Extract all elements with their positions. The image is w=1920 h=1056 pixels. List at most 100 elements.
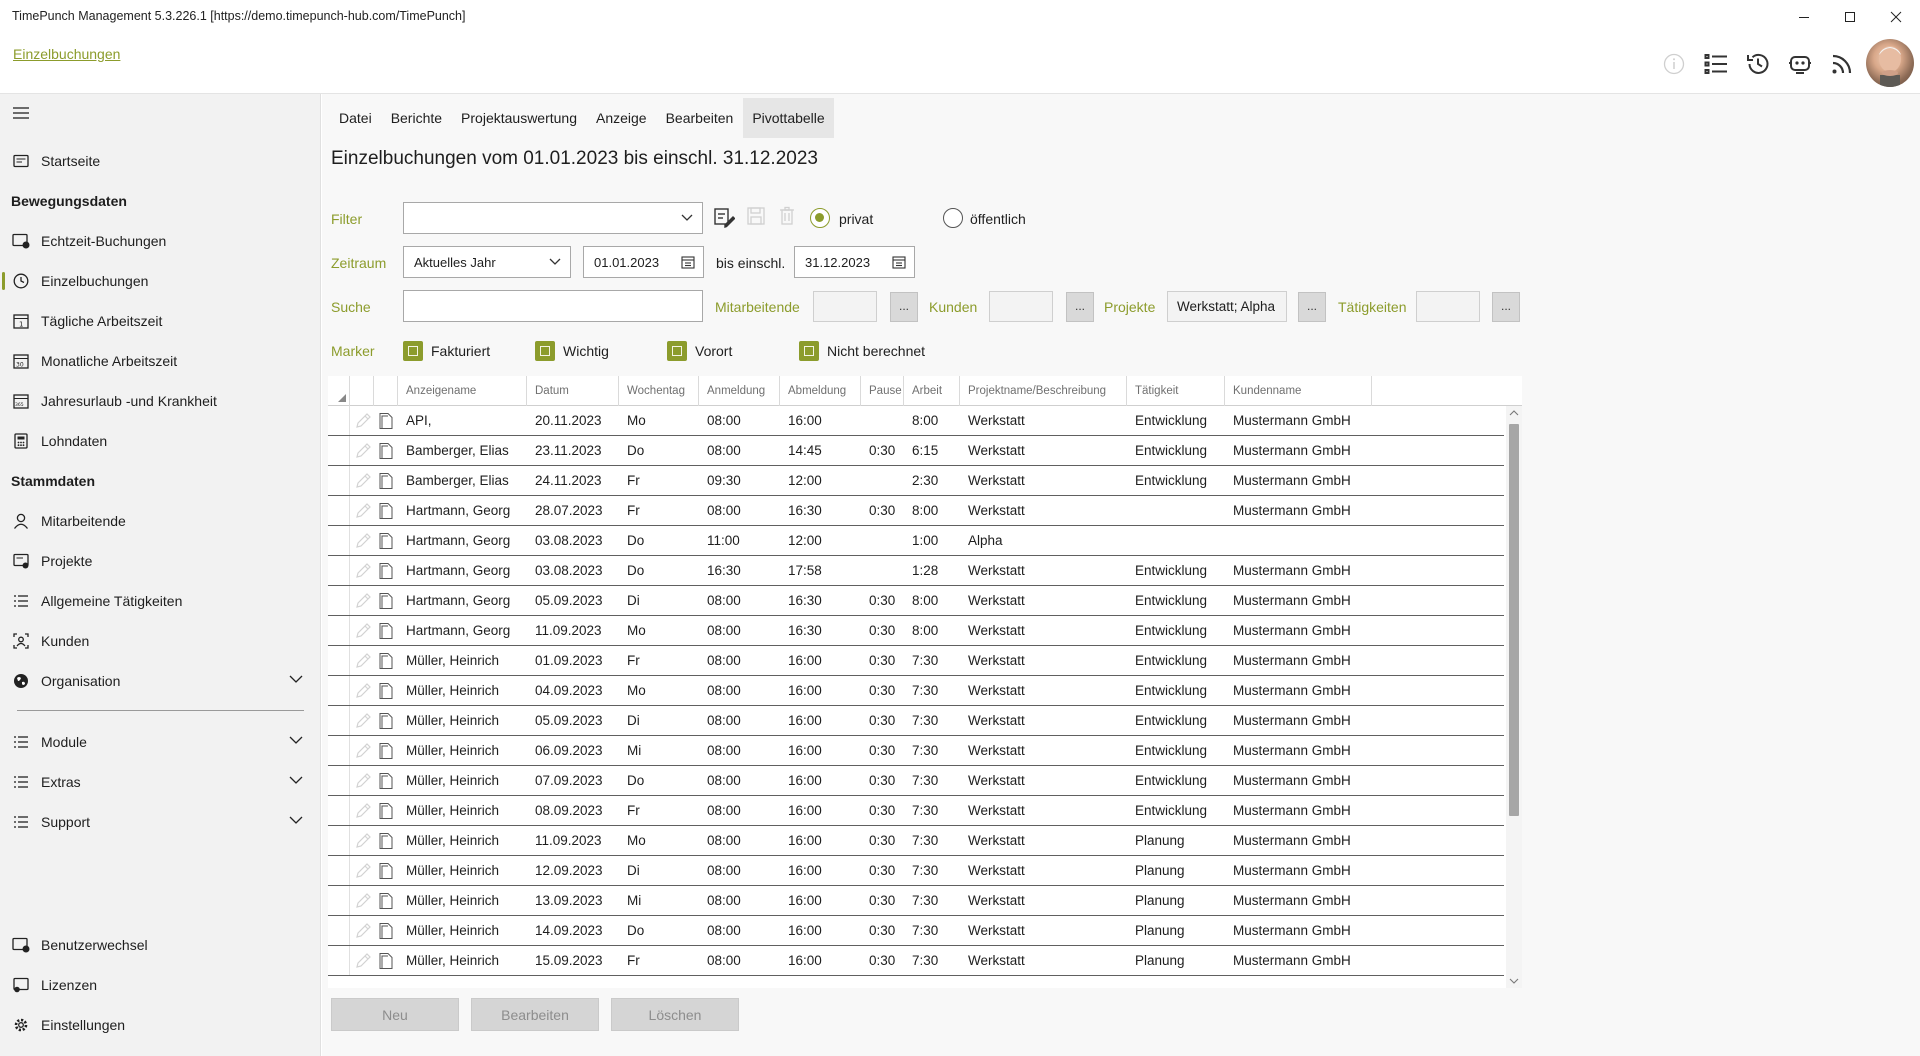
sidebar-item-projekte[interactable]: Projekte xyxy=(0,542,321,580)
sidebar-item-lizenzen[interactable]: Lizenzen xyxy=(0,966,321,1004)
note-icon[interactable] xyxy=(378,832,394,850)
scrollbar-thumb[interactable] xyxy=(1509,424,1519,816)
column-header-abmeldung[interactable]: Abmeldung xyxy=(780,376,861,406)
info-button[interactable] xyxy=(1658,48,1690,80)
edit-pencil-icon[interactable] xyxy=(354,682,372,700)
filter-edit-button[interactable] xyxy=(713,206,737,230)
edit-pencil-icon[interactable] xyxy=(354,952,372,970)
sidebar-item-allgemeine-taetigkeiten[interactable]: Allgemeine Tätigkeiten xyxy=(0,582,321,620)
edit-pencil-icon[interactable] xyxy=(354,892,372,910)
taetigkeiten-picker-button[interactable]: ... xyxy=(1492,292,1520,322)
note-icon[interactable] xyxy=(378,772,394,790)
row-selector[interactable] xyxy=(328,526,350,555)
row-selector[interactable] xyxy=(328,886,350,915)
edit-pencil-icon[interactable] xyxy=(354,922,372,940)
menu-datei[interactable]: Datei xyxy=(330,98,381,138)
taetigkeiten-field[interactable] xyxy=(1416,291,1480,322)
table-row[interactable]: Hartmann, Georg 03.08.2023 Do 11:00 12:00 1:0… xyxy=(328,526,1504,556)
checkbox-vorort[interactable] xyxy=(667,341,687,361)
row-selector[interactable] xyxy=(328,586,350,615)
partial-table-row[interactable] xyxy=(328,976,1504,988)
table-row[interactable]: Müller, Heinrich 08.09.2023 Fr 08:00 16:00 0:… xyxy=(328,796,1504,826)
projekte-field[interactable]: Werkstatt; Alpha xyxy=(1167,291,1287,322)
edit-pencil-icon[interactable] xyxy=(354,802,372,820)
minimize-button[interactable] xyxy=(1781,0,1827,34)
menu-bearbeiten[interactable]: Bearbeiten xyxy=(657,98,743,138)
row-selector[interactable] xyxy=(328,646,350,675)
sidebar-item-module[interactable]: Module xyxy=(0,723,321,761)
edit-pencil-icon[interactable] xyxy=(354,412,372,430)
zeitraum-select[interactable]: Aktuelles Jahr xyxy=(403,246,571,278)
select-all-corner[interactable] xyxy=(328,376,350,406)
filter-delete-button[interactable] xyxy=(778,206,800,228)
column-header-datum[interactable]: Datum xyxy=(527,376,619,406)
sidebar-item-support[interactable]: Support xyxy=(0,803,321,841)
column-header-projektname[interactable]: Projektname/Beschreibung xyxy=(960,376,1127,406)
edit-pencil-icon[interactable] xyxy=(354,442,372,460)
row-selector[interactable] xyxy=(328,556,350,585)
row-selector[interactable] xyxy=(328,766,350,795)
maximize-button[interactable] xyxy=(1827,0,1873,34)
note-icon[interactable] xyxy=(378,562,394,580)
vertical-scrollbar[interactable] xyxy=(1506,406,1522,988)
row-selector[interactable] xyxy=(328,916,350,945)
column-header-taetigkeit[interactable]: Tätigkeit xyxy=(1127,376,1225,406)
sidebar-item-taegliche-arbeitszeit[interactable]: 1 Tägliche Arbeitszeit xyxy=(0,302,321,340)
sidebar-item-jahresurlaub[interactable]: 365 Jahresurlaub -und Krankheit xyxy=(0,382,321,420)
edit-pencil-icon[interactable] xyxy=(354,742,372,760)
column-header-wochentag[interactable]: Wochentag xyxy=(619,376,699,406)
sidebar-item-kunden[interactable]: Kunden xyxy=(0,622,321,660)
row-selector[interactable] xyxy=(328,736,350,765)
note-icon[interactable] xyxy=(378,742,394,760)
column-header-anzeigename[interactable]: Anzeigename xyxy=(398,376,527,406)
edit-pencil-icon[interactable] xyxy=(354,502,372,520)
note-icon[interactable] xyxy=(378,892,394,910)
note-icon[interactable] xyxy=(378,532,394,550)
radio-privat[interactable] xyxy=(810,208,830,228)
robot-button[interactable] xyxy=(1784,48,1816,80)
table-row[interactable]: Müller, Heinrich 11.09.2023 Mo 08:00 16:00 0:… xyxy=(328,826,1504,856)
new-button[interactable]: Neu xyxy=(331,998,459,1031)
note-icon[interactable] xyxy=(378,952,394,970)
column-header-anmeldung[interactable]: Anmeldung xyxy=(699,376,780,406)
row-selector[interactable] xyxy=(328,436,350,465)
table-row[interactable]: Müller, Heinrich 06.09.2023 Mi 08:00 16:00 0:… xyxy=(328,736,1504,766)
menu-pivottabelle[interactable]: Pivottabelle xyxy=(743,98,834,138)
table-row[interactable]: Müller, Heinrich 12.09.2023 Di 08:00 16:00 0:… xyxy=(328,856,1504,886)
note-icon[interactable] xyxy=(378,922,394,940)
filter-save-button[interactable] xyxy=(746,206,768,228)
row-selector[interactable] xyxy=(328,826,350,855)
menu-anzeige[interactable]: Anzeige xyxy=(587,98,656,138)
note-icon[interactable] xyxy=(378,412,394,430)
sidebar-item-monatliche-arbeitszeit[interactable]: 30 Monatliche Arbeitszeit xyxy=(0,342,321,380)
row-selector[interactable] xyxy=(328,466,350,495)
edit-pencil-icon[interactable] xyxy=(354,772,372,790)
rss-button[interactable] xyxy=(1826,48,1858,80)
table-row[interactable]: Müller, Heinrich 15.09.2023 Fr 08:00 16:00 0:… xyxy=(328,946,1504,976)
note-icon[interactable] xyxy=(378,712,394,730)
row-selector[interactable] xyxy=(328,676,350,705)
row-selector[interactable] xyxy=(328,616,350,645)
table-row[interactable]: Hartmann, Georg 03.08.2023 Do 16:30 17:58 1:2… xyxy=(328,556,1504,586)
edit-pencil-icon[interactable] xyxy=(354,652,372,670)
note-icon[interactable] xyxy=(378,622,394,640)
filter-dropdown[interactable] xyxy=(403,202,703,234)
table-row[interactable]: Müller, Heinrich 01.09.2023 Fr 08:00 16:00 0:… xyxy=(328,646,1504,676)
sidebar-item-echtzeit-buchungen[interactable]: Echtzeit-Buchungen xyxy=(0,222,321,260)
note-icon[interactable] xyxy=(378,682,394,700)
hamburger-button[interactable] xyxy=(0,94,321,132)
table-row[interactable]: Hartmann, Georg 28.07.2023 Fr 08:00 16:30 0:3… xyxy=(328,496,1504,526)
table-row[interactable]: Müller, Heinrich 14.09.2023 Do 08:00 16:00 0:… xyxy=(328,916,1504,946)
row-selector[interactable] xyxy=(328,796,350,825)
row-selector[interactable] xyxy=(328,706,350,735)
kunden-field[interactable] xyxy=(989,291,1053,322)
sidebar-item-benutzerwechsel[interactable]: Benutzerwechsel xyxy=(0,926,321,964)
mitarbeitende-picker-button[interactable]: ... xyxy=(890,292,918,322)
note-icon[interactable] xyxy=(378,862,394,880)
sidebar-item-startseite[interactable]: Startseite xyxy=(0,142,321,180)
note-icon[interactable] xyxy=(378,442,394,460)
sidebar-item-einzelbuchungen[interactable]: Einzelbuchungen xyxy=(0,262,321,300)
edit-pencil-icon[interactable] xyxy=(354,472,372,490)
table-row[interactable]: Hartmann, Georg 11.09.2023 Mo 08:00 16:30 0:3… xyxy=(328,616,1504,646)
edit-pencil-icon[interactable] xyxy=(354,832,372,850)
